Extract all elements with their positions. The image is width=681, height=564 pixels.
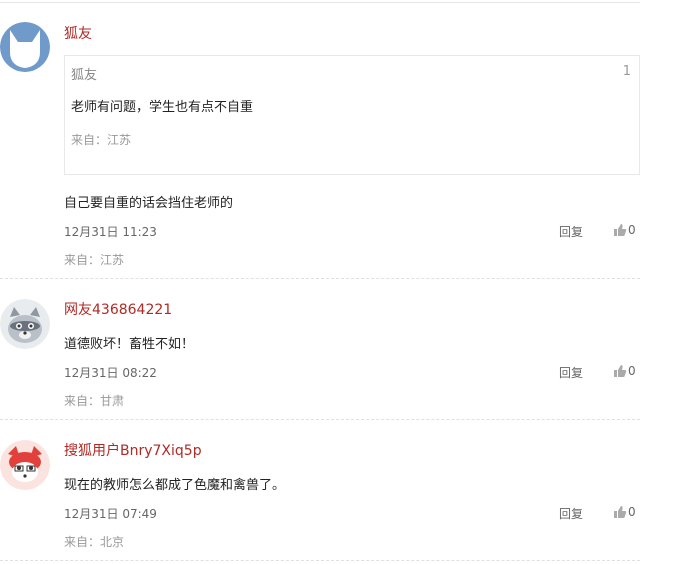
comment-divider	[0, 419, 640, 420]
comment-time: 12月31日 08:22	[64, 366, 157, 380]
thumbs-up-icon	[614, 224, 627, 236]
quoted-location: 来自：江苏	[71, 133, 132, 147]
comment-location: 来自：甘肃	[64, 394, 125, 408]
comment-username[interactable]: 狐友	[64, 23, 92, 43]
comment-text: 自己要自重的话会挡住老师的	[64, 196, 234, 211]
raccoon-avatar-icon[interactable]	[0, 299, 50, 349]
quoted-floor-number: 1	[622, 64, 631, 79]
comment-username[interactable]: 搜狐用户Bnry7Xiq5p	[64, 440, 202, 460]
thumbs-up-icon	[614, 506, 627, 518]
like-button[interactable]: 0	[613, 223, 636, 237]
comment-location: 来自：北京	[64, 535, 125, 549]
comment-text: 现在的教师怎么都成了色魔和禽兽了。	[64, 478, 286, 493]
thumbs-up-icon	[614, 365, 627, 377]
fox-silhouette-icon[interactable]	[0, 22, 50, 72]
reply-button[interactable]: 回复	[559, 505, 583, 522]
red-fox-avatar-icon[interactable]	[0, 440, 50, 490]
like-button[interactable]: 0	[613, 364, 636, 378]
like-button[interactable]: 0	[613, 505, 636, 519]
comment-time: 12月31日 11:23	[64, 225, 157, 239]
reply-button[interactable]: 回复	[559, 223, 583, 240]
comment-time: 12月31日 07:49	[64, 507, 157, 521]
quoted-username[interactable]: 狐友	[71, 64, 97, 83]
comment-divider	[0, 560, 640, 561]
comment-divider	[0, 278, 640, 279]
like-count: 0	[628, 223, 636, 237]
like-count: 0	[628, 364, 636, 378]
comment-username[interactable]: 网友436864221	[64, 299, 172, 319]
quoted-comment: 狐友 1 老师有问题，学生也有点不自重 来自：江苏	[64, 55, 640, 175]
top-divider	[0, 2, 640, 3]
like-count: 0	[628, 505, 636, 519]
comment-text: 道德败坏！畜牲不如！	[64, 337, 195, 352]
quoted-text: 老师有问题，学生也有点不自重	[71, 100, 254, 115]
comment-location: 来自：江苏	[64, 253, 125, 267]
reply-button[interactable]: 回复	[559, 364, 583, 381]
